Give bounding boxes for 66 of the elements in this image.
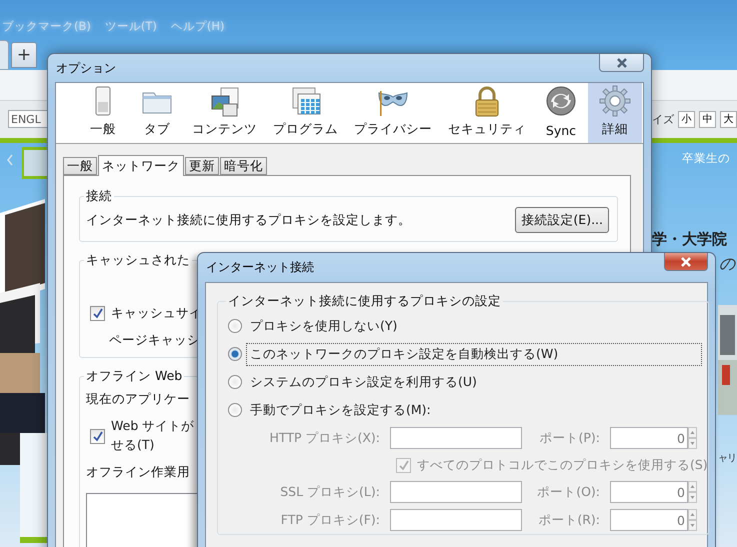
toolbar-button[interactable]: Sync bbox=[534, 83, 588, 143]
close-button[interactable] bbox=[599, 54, 644, 72]
spinner-icon[interactable] bbox=[688, 427, 697, 449]
checkbox-label: Web サイトが せる(T) bbox=[111, 418, 194, 454]
radio-button[interactable] bbox=[228, 375, 242, 389]
proxy-field[interactable] bbox=[390, 509, 522, 531]
font-size-button[interactable]: 小 bbox=[678, 110, 695, 128]
tab[interactable]: 暗号化 bbox=[220, 157, 267, 175]
field-label: FTP プロキシ(F): bbox=[280, 512, 380, 528]
spinner-icon[interactable] bbox=[688, 509, 697, 531]
browser-tab[interactable] bbox=[0, 40, 9, 70]
toolbar-button[interactable]: プログラム bbox=[265, 83, 346, 143]
window-title: インターネット接続 bbox=[205, 259, 314, 276]
group-label: 接続 bbox=[85, 188, 113, 205]
group-label: キャッシュされた bbox=[85, 252, 191, 269]
port-field[interactable]: 0 bbox=[610, 481, 688, 503]
field-label: HTTP プロキシ(X): bbox=[268, 430, 380, 446]
toolbar-button[interactable]: セキュリティ bbox=[440, 83, 534, 143]
radio-button[interactable] bbox=[228, 319, 242, 333]
group-label: インターネット接続に使用するプロキシの設定 bbox=[227, 293, 502, 310]
port-field[interactable]: 0 bbox=[610, 427, 688, 449]
field-label: SSL プロキシ(L): bbox=[279, 484, 380, 500]
field-label: ポート(P): bbox=[538, 430, 600, 446]
field-label: ポート(R): bbox=[537, 512, 600, 528]
side-text: ャリ bbox=[718, 452, 736, 466]
connection-settings-button[interactable]: 接続設定(E)... bbox=[515, 207, 609, 233]
tab[interactable]: 一般 bbox=[63, 157, 97, 175]
port-field[interactable]: 0 bbox=[610, 509, 688, 531]
list-label: オフライン作業用 bbox=[86, 464, 190, 481]
close-button[interactable] bbox=[664, 253, 708, 271]
site-heading: 学・大学院 bbox=[652, 229, 727, 250]
group-label: オフライン Web bbox=[85, 368, 184, 385]
field-label: ポート(O): bbox=[536, 484, 600, 500]
close-icon bbox=[616, 58, 628, 68]
radio-label[interactable]: 手動でプロキシを設定する(M): bbox=[246, 398, 435, 422]
sync-icon bbox=[545, 85, 577, 117]
proxy-field[interactable] bbox=[390, 427, 522, 449]
script-text: の bbox=[719, 253, 737, 276]
toolbar-button[interactable]: 一般 bbox=[76, 83, 130, 143]
new-tab-button[interactable]: + bbox=[11, 42, 37, 68]
font-size-label: イズ bbox=[652, 112, 674, 127]
description-text: インターネット接続に使用するプロキシを設定します。 bbox=[86, 212, 411, 228]
toolbar-button[interactable]: 詳細 bbox=[588, 83, 642, 143]
radio-label[interactable]: システムのプロキシ設定を利用する(U) bbox=[246, 370, 481, 394]
radio-button[interactable] bbox=[228, 403, 242, 417]
proxy-field[interactable] bbox=[390, 481, 522, 503]
radio-label[interactable]: プロキシを使用しない(Y) bbox=[246, 314, 402, 338]
radio-label[interactable]: このネットワークのプロキシ設定を自動検出する(W) bbox=[246, 342, 702, 366]
radio-button[interactable] bbox=[228, 347, 242, 361]
toolbar-button[interactable]: コンテンツ bbox=[184, 83, 265, 143]
chevron-left-icon[interactable] bbox=[5, 152, 15, 168]
window-title: オプション bbox=[55, 60, 116, 76]
close-icon bbox=[680, 256, 692, 266]
tab[interactable]: 更新 bbox=[185, 157, 219, 175]
checkbox[interactable] bbox=[90, 428, 105, 444]
gear-icon bbox=[599, 85, 631, 117]
description-text: 現在のアプリケー bbox=[86, 391, 190, 408]
checkbox[interactable] bbox=[90, 306, 105, 321]
font-size-button[interactable]: 中 bbox=[699, 110, 716, 128]
font-size-button[interactable]: 大 bbox=[720, 110, 737, 128]
tab[interactable]: ネットワーク bbox=[98, 155, 184, 176]
search-field[interactable]: ENGL bbox=[8, 110, 48, 128]
toolbar-button[interactable]: プライバシー bbox=[346, 83, 440, 143]
toolbar-button[interactable]: タブ bbox=[130, 83, 184, 143]
checkbox-label: すべてのプロトコルでこのプロキシを使用する(S) bbox=[417, 456, 708, 474]
spinner-icon[interactable] bbox=[688, 481, 697, 503]
